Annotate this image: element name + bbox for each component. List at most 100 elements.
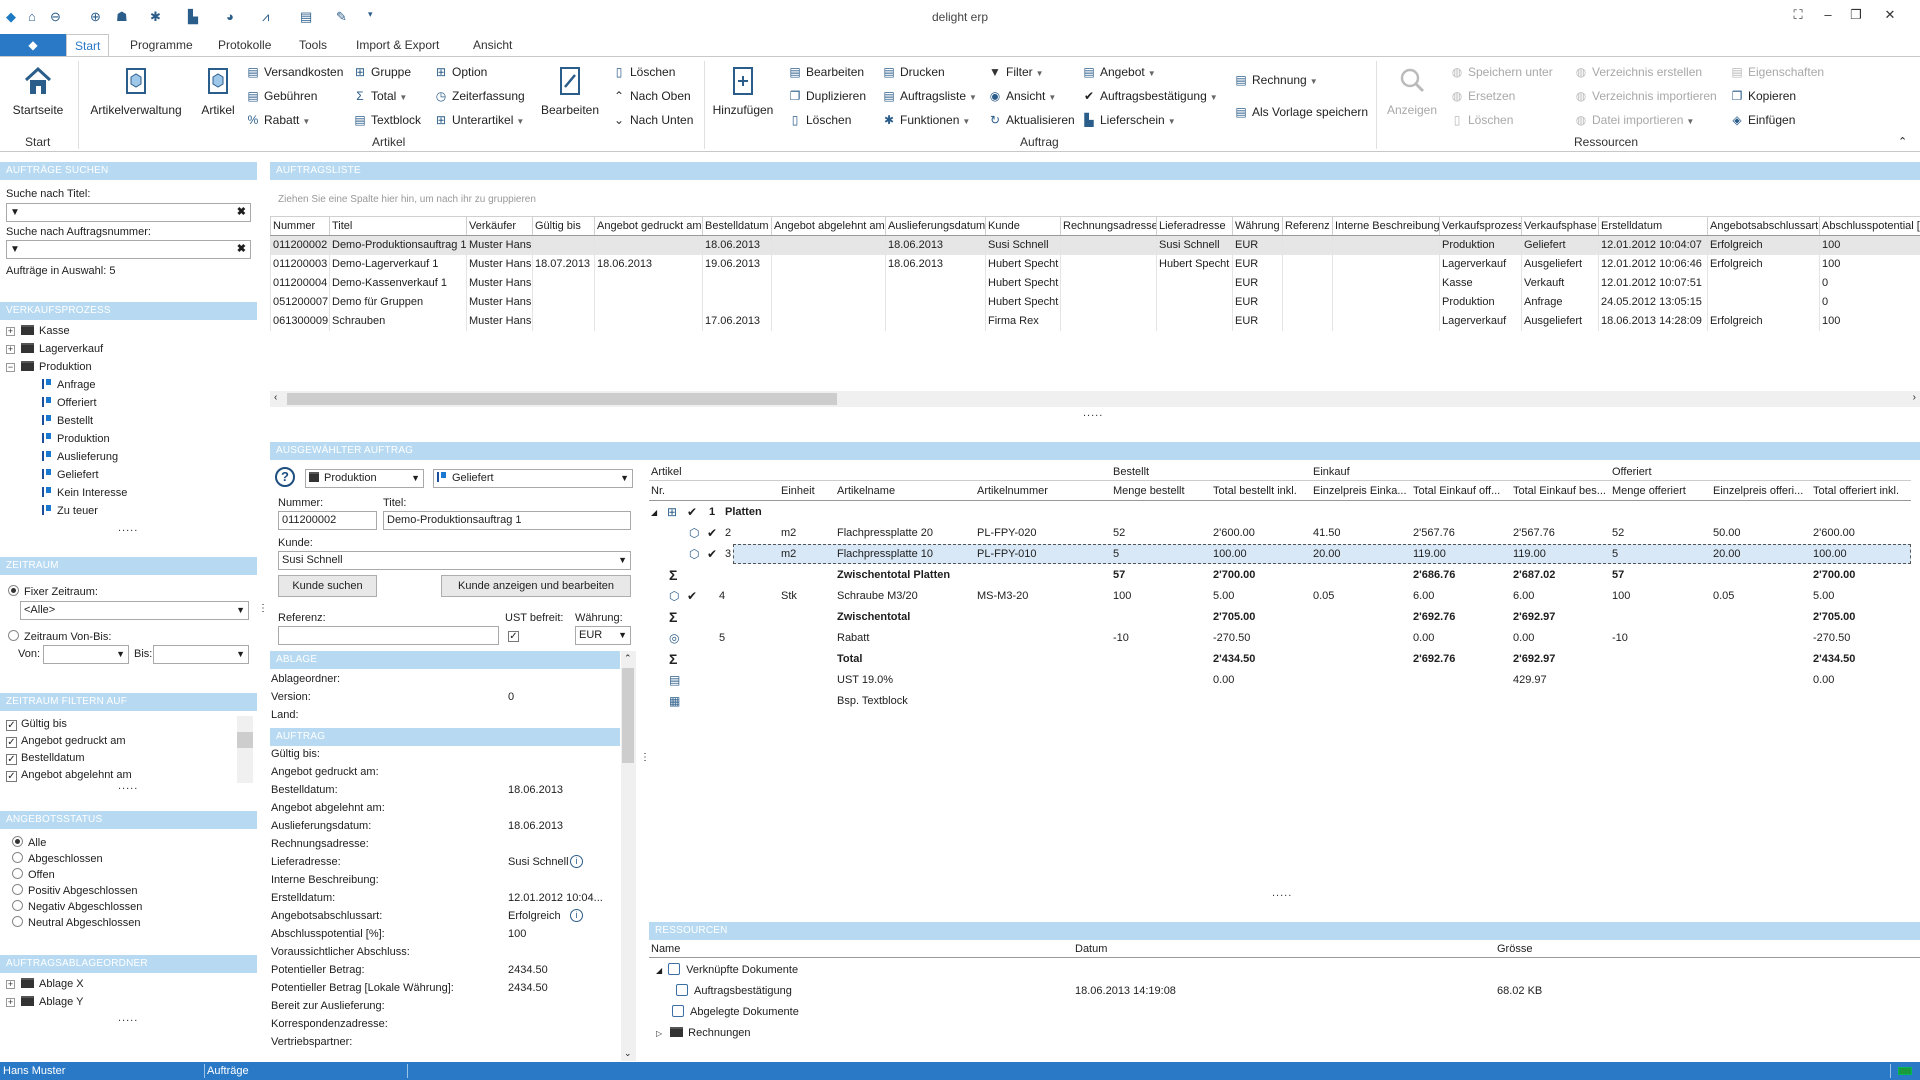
bearbeiten-button[interactable]: Bearbeiten [538,65,602,117]
textblock-button[interactable]: ▤ Textblock [353,111,421,129]
gebuehren-button[interactable]: ▤ Gebühren [246,87,317,105]
splitter-handle[interactable]: ..... [1272,887,1292,899]
ersetzen-button[interactable]: ◍ Ersetzen [1450,87,1516,105]
status-neutral-radio[interactable]: Neutral Abgeschlossen [12,916,141,929]
bearbeiten2-button[interactable]: ▤ Bearbeiten [788,63,864,81]
orders-column-header[interactable]: Rechnungsadresse [1060,216,1157,236]
position-row[interactable]: ⬡ ✔ 2 m2 Flachpressplatte 20 PL-FPY-020 52 2'60… [649,523,1911,544]
position-row[interactable]: Σ Zwischentotal 2'705.00 2'692.76 2'692.97 2'… [649,607,1911,628]
einfuegen-button[interactable]: ◈ Einfügen [1730,111,1795,129]
anzeigen-button[interactable]: Anzeigen [1382,65,1442,117]
more-indicator[interactable]: ..... [118,780,138,792]
auftragsbestaetigung-button[interactable]: ✔ Auftragsbestätigung ▼ [1082,87,1218,105]
nummer-input[interactable]: 011200002 [278,511,377,530]
scroll-right-icon[interactable]: › [1913,392,1916,403]
aktualisieren-button[interactable]: ↻ Aktualisieren [988,111,1075,129]
positions-column-header[interactable]: Artikelname [837,485,895,497]
orders-column-header[interactable]: Bestelldatum [702,216,772,236]
positions-column-header[interactable]: Menge bestellt [1113,485,1185,497]
file-tab[interactable]: ◆ [0,34,66,56]
orders-column-header[interactable]: Gültig bis [532,216,595,236]
orders-column-header[interactable]: Auslieferungsdatum [885,216,986,236]
kunde-select[interactable]: Susi Schnell ▼ [278,551,631,570]
scroll-left-icon[interactable]: ‹ [274,392,277,403]
help-icon[interactable]: ? [275,467,295,487]
tree-phase-anfrage[interactable]: Anfrage [42,376,96,394]
orders-column-header[interactable]: Referenz [1282,216,1333,236]
tree-phase-zu-teuer[interactable]: Zu teuer [42,502,98,520]
expand-icon[interactable]: + [6,998,15,1007]
collapse-icon[interactable]: ◢ [651,502,657,523]
kunde-anzeigen-button[interactable]: Kunde anzeigen und bearbeiten [441,575,631,597]
position-row[interactable]: ⬡ ✔ 3 m2 Flachpressplatte 10 PL-FPY-010 5 100.0… [649,544,1911,565]
status-offen-radio[interactable]: Offen [12,868,55,881]
more-indicator[interactable]: ..... [118,522,138,534]
tab-import-export[interactable]: Import & Export [356,38,439,52]
position-row[interactable]: Σ Total 2'434.50 2'692.76 2'692.97 2'434.50 [649,649,1911,670]
speichern-unter-button[interactable]: ◍ Speichern unter [1450,63,1553,81]
von-date-input[interactable]: ▼ [43,645,129,664]
duplizieren-button[interactable]: ❐ Duplizieren [788,87,866,105]
datei-importieren-button[interactable]: ◍ Datei importieren ▼ [1574,111,1695,129]
scroll-down-icon[interactable]: ⌄ [624,1048,632,1059]
kunde-suchen-button[interactable]: Kunde suchen [278,575,377,597]
funktionen-button[interactable]: ✱ Funktionen ▼ [882,111,970,129]
lieferschein-button[interactable]: ▙ Lieferschein ▼ [1082,111,1175,129]
orders-column-header[interactable]: Verkäufer [466,216,533,236]
clear-icon[interactable]: ✖ [237,241,246,258]
scrollbar-thumb[interactable] [622,668,634,763]
als-vorlage-button[interactable]: ▤ Als Vorlage speichern [1234,103,1368,121]
more-indicator[interactable]: ..... [118,1012,138,1024]
orders-column-header[interactable]: Kunde [985,216,1061,236]
scroll-up-icon[interactable]: ⌃ [624,653,632,664]
position-row[interactable]: ▦ Bsp. Textblock [649,691,1911,712]
ansicht-button[interactable]: ◉ Ansicht ▼ [988,87,1057,105]
versandkosten-button[interactable]: ▤ Versandkosten [246,63,343,81]
phase-select[interactable]: Geliefert ▼ [433,469,633,488]
loeschen2-button[interactable]: ▯ Löschen [788,111,852,129]
titel-input[interactable]: Demo-Produktionsauftrag 1 [383,511,631,530]
referenz-input[interactable] [278,626,499,645]
tree-phase-kein-interesse[interactable]: Kein Interesse [42,484,127,502]
option-button[interactable]: ⊞ Option [434,63,487,81]
orders-column-header[interactable]: Interne Beschreibung [1332,216,1440,236]
orders-column-header[interactable]: Abschlusspotential [%] [1819,216,1920,236]
orders-column-header[interactable]: Währung [1232,216,1283,236]
expand-icon[interactable]: ▷ [656,1029,662,1038]
rechnung-button[interactable]: ▤ Rechnung ▼ [1234,71,1317,89]
positions-column-header[interactable]: Total bestellt inkl. [1213,485,1297,497]
clear-icon[interactable]: ✖ [237,204,246,221]
orders-column-header[interactable]: Nummer [270,216,330,236]
tree-phase-bestellt[interactable]: Bestellt [42,412,93,430]
status-positiv-radio[interactable]: Positiv Abgeschlossen [12,884,137,897]
nach-unten-button[interactable]: ⌄ Nach Unten [612,111,693,129]
positions-column-header[interactable]: Einzelpreis Einka... [1313,485,1407,497]
orders-column-header[interactable]: Verkaufsprozess [1439,216,1522,236]
hinzufuegen-button[interactable]: Hinzufügen [710,65,776,117]
position-row[interactable]: ⬡ ✔ 4 Stk Schraube M3/20 MS-M3-20 100 5.00 0.05 6… [649,586,1911,607]
positions-column-header[interactable]: Total Einkauf bes... [1513,485,1606,497]
fullscreen-icon[interactable]: ⛶ [1788,7,1808,23]
res-auftragsbestaetigung[interactable]: Auftragsbestätigung [676,982,792,1000]
vertical-splitter-handle[interactable]: ⋮ [640,752,650,763]
res-abgelegte[interactable]: Abgelegte Dokumente [672,1003,799,1021]
splitter-handle[interactable]: ..... [1083,407,1103,419]
positions-column-header[interactable]: Einzelpreis offeri... [1713,485,1803,497]
res-verknuepfte[interactable]: ◢ Verknüpfte Dokumente [656,961,798,979]
drucken-button[interactable]: ▤ Drucken [882,63,944,81]
res-col-datum[interactable]: Datum [1075,943,1107,955]
status-abgeschlossen-radio[interactable]: Abgeschlossen [12,852,103,865]
res-rechnungen[interactable]: ▷ Rechnungen [656,1024,751,1042]
orders-column-header[interactable]: Verkaufsphase [1521,216,1599,236]
position-row[interactable]: ⊞ ✔ ◢ 1 Platten [649,502,1911,523]
loeschen-button[interactable]: ▯ Löschen [612,63,676,81]
table-row[interactable]: 011200004 Demo-Kassenverkauf 1 Muster Hans… [270,273,1920,293]
fixer-zeitraum-select[interactable]: <Alle> ▼ [20,601,249,620]
filter-bestelldatum[interactable]: ✓ Bestelldatum [6,752,85,765]
table-row[interactable]: 051200007 Demo für Gruppen Muster Hans Hube… [270,292,1920,312]
filter-angebot-abgelehnt[interactable]: ✓ Angebot abgelehnt am [6,769,132,782]
filter-gueltig-bis[interactable]: ✓ Gültig bis [6,718,67,731]
table-row[interactable]: 011200002 Demo-Produktionsauftrag 1 Muster… [270,235,1920,255]
tab-start[interactable]: Start [66,34,110,57]
scrollbar-thumb[interactable] [287,393,837,405]
